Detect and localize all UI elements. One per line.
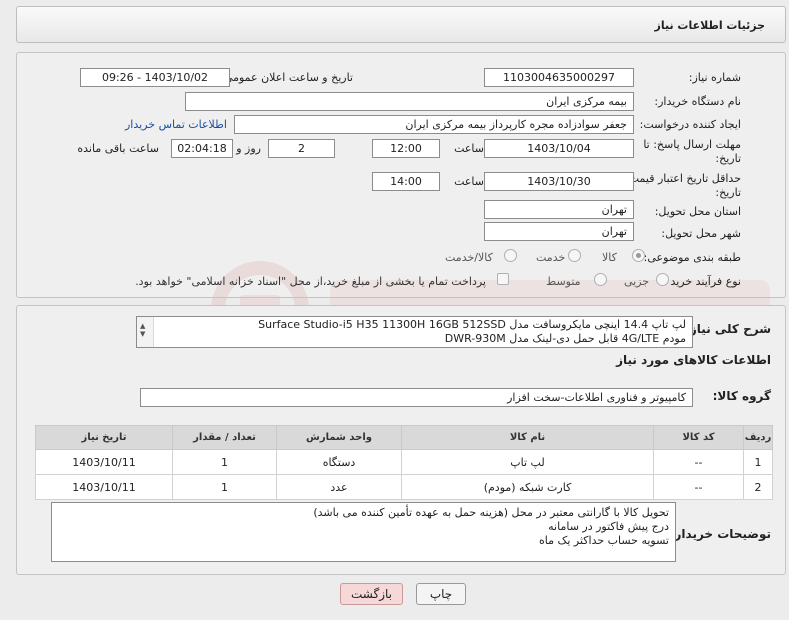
reply-deadline-label-date: تاریخ: xyxy=(715,152,741,165)
buyer-notes-textarea[interactable]: تحویل کالا با گارانتی معتبر در محل (هزین… xyxy=(51,502,676,562)
reply-deadline-date-field: 1403/10/04 xyxy=(484,139,634,158)
goods-section-title: اطلاعات کالاهای مورد نیاز xyxy=(616,353,771,367)
time-remaining-field: 02:04:18 xyxy=(171,139,233,158)
need-number-field: 1103004635000297 xyxy=(484,68,634,87)
table-row: 2 -- کارت شبکه (مودم) عدد 1 1403/10/11 xyxy=(35,474,773,500)
cell-need-date: 1403/10/11 xyxy=(35,474,173,500)
need-number-label: شماره نیاز: xyxy=(688,71,741,84)
category-goods-service-label: کالا/خدمت xyxy=(445,251,493,264)
goods-group-label: گروه کالا: xyxy=(712,389,771,403)
summary-scrollbar[interactable]: ▲ ▼ xyxy=(137,317,154,347)
delivery-city-field: تهران xyxy=(484,222,634,241)
price-validity-time-label: ساعت xyxy=(454,175,484,188)
col-quantity: تعداد / مقدار xyxy=(172,425,277,450)
delivery-province-label: استان محل تحویل: xyxy=(654,205,741,218)
cell-need-date: 1403/10/11 xyxy=(35,449,173,475)
col-item-code: کد کالا xyxy=(653,425,744,450)
cell-row-number: 2 xyxy=(743,474,773,500)
category-radio-goods-service[interactable] xyxy=(504,249,517,262)
cell-item-code: -- xyxy=(653,474,744,500)
buyer-notes-label: توضیحات خریدار: xyxy=(669,527,771,541)
delivery-city-label: شهر محل تحویل: xyxy=(661,227,741,240)
back-button[interactable]: بازگشت xyxy=(340,583,403,605)
page-header: جزئیات اطلاعات نیاز xyxy=(16,6,786,43)
process-radio-minor[interactable] xyxy=(656,273,669,286)
cell-item-name: کارت شبکه (مودم) xyxy=(401,474,654,500)
summary-line-2: مودم 4G/LTE قابل حمل دی-لینک مدل DWR-930… xyxy=(444,332,686,345)
print-button[interactable]: چاپ xyxy=(416,583,466,605)
price-validity-date-field: 1403/10/30 xyxy=(484,172,634,191)
cell-quantity: 1 xyxy=(172,474,277,500)
cell-quantity: 1 xyxy=(172,449,277,475)
summary-textarea[interactable]: لپ تاپ 14.4 اینچی مایکروسافت مدل Surface… xyxy=(136,316,693,348)
category-service-label: خدمت xyxy=(536,251,566,264)
price-validity-label-date: تاریخ: xyxy=(715,186,741,199)
category-radio-service[interactable] xyxy=(568,249,581,262)
cell-item-code: -- xyxy=(653,449,744,475)
treasury-payment-note: پرداخت تمام یا بخشی از مبلغ خرید،از محل … xyxy=(135,275,486,288)
delivery-province-field: تهران xyxy=(484,200,634,219)
buyer-contact-link[interactable]: اطلاعات تماس خریدار xyxy=(125,118,227,131)
category-goods-label: کالا xyxy=(602,251,617,264)
col-need-date: تاریخ نیاز xyxy=(35,425,173,450)
buyer-org-label: نام دستگاه خریدار: xyxy=(654,95,741,108)
process-medium-label: متوسط xyxy=(546,275,581,288)
reply-deadline-label: مهلت ارسال پاسخ: تا xyxy=(643,138,741,151)
process-radio-medium[interactable] xyxy=(594,273,607,286)
goods-table-header: ردیف کد کالا نام کالا واحد شمارش تعداد /… xyxy=(35,425,773,450)
buyer-note-line: درج پیش فاکتور در سامانه xyxy=(548,520,669,533)
treasury-payment-checkbox[interactable] xyxy=(497,273,509,285)
goods-group-field: کامپیوتر و فناوری اطلاعات-سخت افزار xyxy=(140,388,693,407)
col-unit: واحد شمارش xyxy=(276,425,402,450)
cell-item-name: لپ تاپ xyxy=(401,449,654,475)
goods-table: ردیف کد کالا نام کالا واحد شمارش تعداد /… xyxy=(35,425,773,500)
price-validity-label: حداقل تاریخ اعتبار قیمت: تا xyxy=(615,172,741,185)
purchase-process-label: نوع فرآیند خرید : xyxy=(663,275,741,288)
category-radio-goods[interactable] xyxy=(632,249,645,262)
reply-deadline-time-label: ساعت xyxy=(454,142,484,155)
days-remaining-field: 2 xyxy=(268,139,335,158)
summary-line-1: لپ تاپ 14.4 اینچی مایکروسافت مدل Surface… xyxy=(258,318,686,331)
cell-unit: عدد xyxy=(276,474,402,500)
scroll-down-icon[interactable]: ▼ xyxy=(140,327,145,341)
table-row: 1 -- لپ تاپ دستگاه 1 1403/10/11 xyxy=(35,449,773,475)
category-label: طبقه بندی موضوعی: xyxy=(643,251,741,264)
time-remaining-label: ساعت باقی مانده xyxy=(77,142,159,155)
buyer-note-line: تحویل کالا با گارانتی معتبر در محل (هزین… xyxy=(313,506,669,519)
reply-deadline-time-field: 12:00 xyxy=(372,139,440,158)
col-row-number: ردیف xyxy=(743,425,773,450)
price-validity-time-field: 14:00 xyxy=(372,172,440,191)
cell-unit: دستگاه xyxy=(276,449,402,475)
process-minor-label: جزیی xyxy=(624,275,650,288)
announce-datetime-field: 1403/10/02 - 09:26 xyxy=(80,68,230,87)
days-remaining-label: روز و xyxy=(236,142,261,155)
requester-field: جعفر سوادزاده مجره کارپرداز بیمه مرکزی ا… xyxy=(234,115,634,134)
announce-datetime-label: تاریخ و ساعت اعلان عمومی: xyxy=(220,71,353,84)
requester-label: ایجاد کننده درخواست: xyxy=(639,118,741,131)
page-title: جزئیات اطلاعات نیاز xyxy=(654,19,766,32)
summary-label: شرح کلی نیاز: xyxy=(685,322,771,336)
buyer-note-line: تسویه حساب حداکثر یک ماه xyxy=(539,534,669,547)
buyer-org-field: بیمه مرکزی ایران xyxy=(185,92,634,111)
col-item-name: نام کالا xyxy=(401,425,654,450)
cell-row-number: 1 xyxy=(743,449,773,475)
